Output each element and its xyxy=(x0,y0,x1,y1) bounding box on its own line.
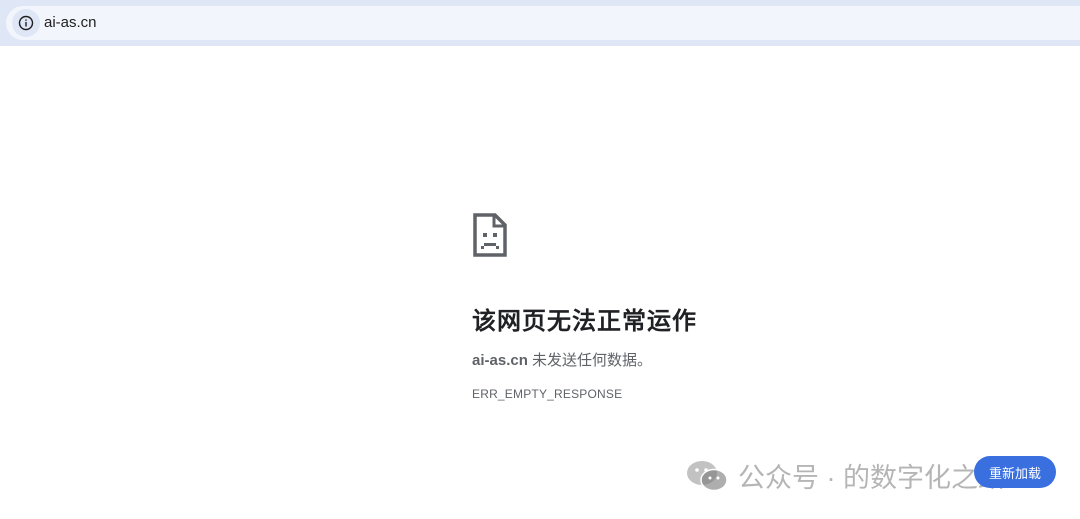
info-circle-icon xyxy=(18,15,34,31)
error-message: ai-as.cn 未发送任何数据。 xyxy=(472,349,652,370)
address-bar[interactable]: ai-as.cn xyxy=(6,6,1080,40)
error-host: ai-as.cn xyxy=(472,352,528,369)
sad-page-icon xyxy=(473,213,507,257)
error-message-text: 未发送任何数据。 xyxy=(527,352,653,369)
site-info-button[interactable] xyxy=(12,9,40,37)
url-text[interactable]: ai-as.cn xyxy=(44,14,97,31)
watermark-text: 公众号 · 的数字化之路 xyxy=(738,463,1005,493)
error-code: ERR_EMPTY_RESPONSE xyxy=(472,387,623,401)
error-heading: 该网页无法正常运作 xyxy=(472,308,697,335)
watermark: 公众号 · 的数字化之路 xyxy=(686,456,1005,495)
browser-toolbar: ai-as.cn xyxy=(0,0,1080,46)
reload-button[interactable]: 重新加载 xyxy=(974,456,1056,488)
wechat-icon xyxy=(687,460,728,491)
